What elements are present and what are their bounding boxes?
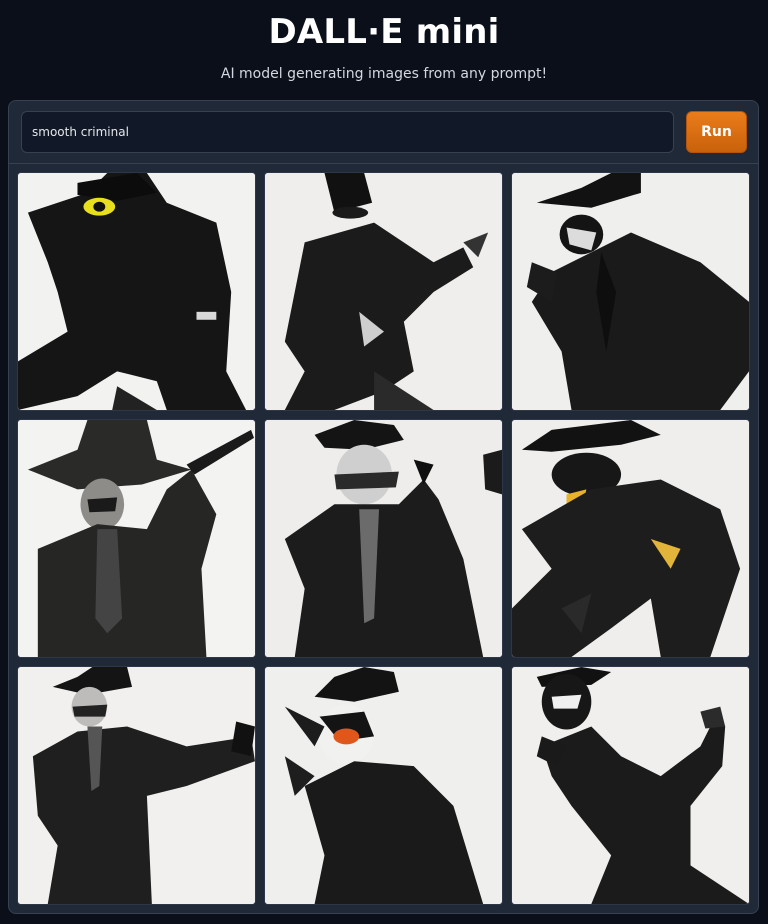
generated-image-5[interactable] — [264, 419, 503, 658]
page: DALL·E mini AI model generating images f… — [0, 0, 768, 924]
generated-image-8[interactable] — [264, 666, 503, 905]
prompt-bar: Run — [9, 101, 758, 164]
generated-image-1[interactable] — [17, 172, 256, 411]
image-7-figure — [18, 667, 255, 904]
image-3-figure — [512, 173, 749, 410]
app-title: DALL·E mini — [268, 12, 500, 52]
image-2-figure — [265, 173, 502, 410]
image-9-figure — [512, 667, 749, 904]
generated-image-6[interactable] — [511, 419, 750, 658]
generated-image-2[interactable] — [264, 172, 503, 411]
generated-image-7[interactable] — [17, 666, 256, 905]
image-8-figure — [265, 667, 502, 904]
run-button[interactable]: Run — [686, 111, 747, 153]
image-4-figure — [18, 420, 255, 657]
app-panel: Run — [8, 100, 759, 914]
image-gallery — [17, 172, 752, 907]
prompt-input[interactable] — [21, 111, 674, 153]
image-1-figure — [18, 173, 255, 410]
generated-image-9[interactable] — [511, 666, 750, 905]
generated-image-3[interactable] — [511, 172, 750, 411]
generated-image-4[interactable] — [17, 419, 256, 658]
app-subtitle: AI model generating images from any prom… — [220, 66, 548, 82]
image-5-figure — [265, 420, 502, 657]
image-6-figure — [512, 420, 749, 657]
